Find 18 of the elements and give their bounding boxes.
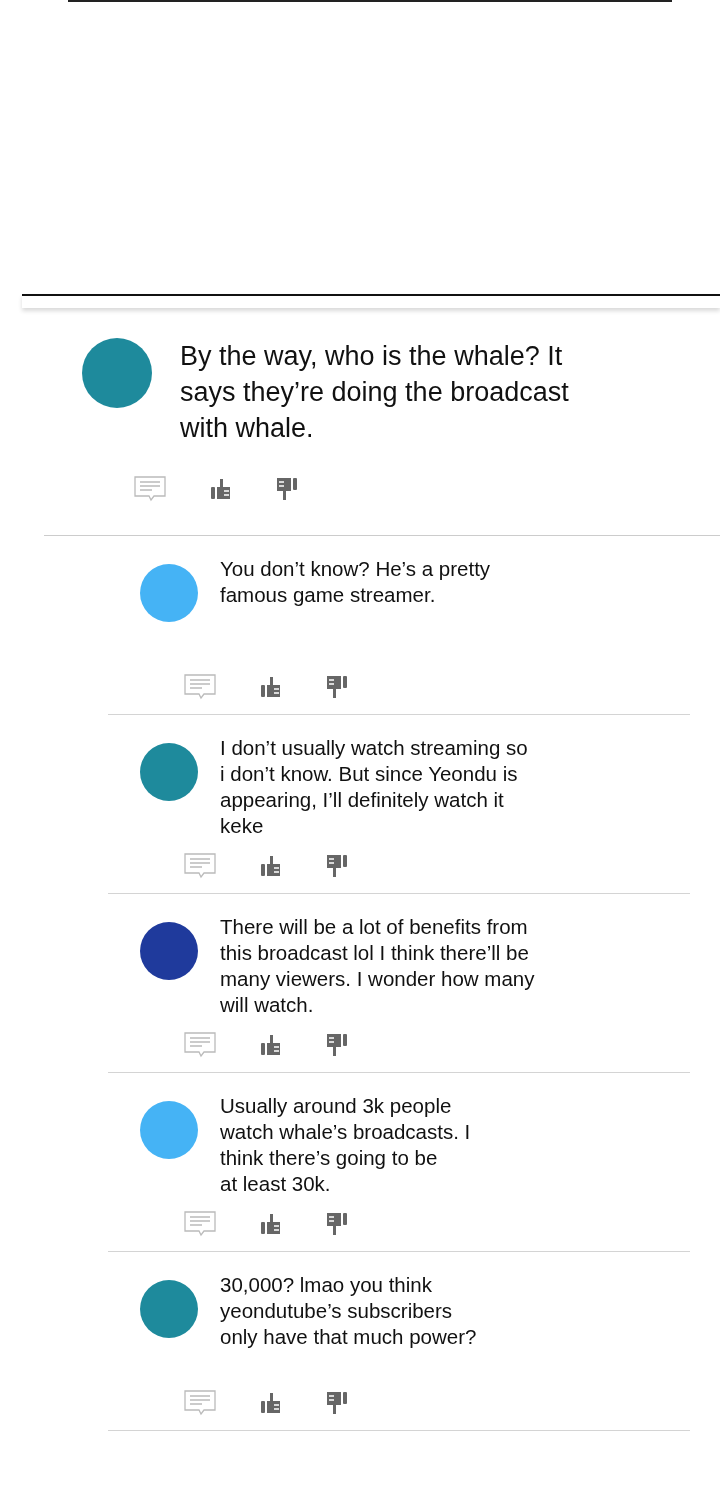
thumbs-up-icon[interactable]	[260, 676, 282, 698]
comment-text: There will be a lot of benefits from this broadcast lol I think there’ll be many viewers. I wonder how many will watch.	[220, 914, 535, 1018]
comment-text: Usually around 3k people watch whale’s broadcasts. I think there’s going to be at least 30k.	[220, 1093, 471, 1197]
thumbs-down-icon[interactable]	[326, 675, 348, 699]
thumbs-down-icon[interactable]	[326, 854, 348, 878]
comment-text: I don’t usually watch streaming so i don’t know. But since Yeondu is appearing, I’ll definitely watch it keke	[220, 735, 528, 839]
thumbs-up-icon[interactable]	[210, 478, 232, 500]
thumbs-up-icon[interactable]	[260, 855, 282, 877]
comment-text: By the way, who is the whale? It says they’re doing the broadcast with whale.	[180, 340, 569, 445]
comment-text: 30,000? lmao you think yeondutube’s subscribers only have that much power?	[220, 1272, 477, 1350]
thumbs-down-icon[interactable]	[326, 1212, 348, 1236]
thumbs-up-icon[interactable]	[260, 1034, 282, 1056]
thumbs-down-icon[interactable]	[276, 477, 298, 501]
thumbs-up-icon[interactable]	[260, 1392, 282, 1414]
thumbs-down-icon[interactable]	[326, 1033, 348, 1057]
thumbs-down-icon[interactable]	[326, 1391, 348, 1415]
thumbs-up-icon[interactable]	[260, 1213, 282, 1235]
comment-text: You don’t know? He’s a pretty famous game streamer.	[220, 556, 491, 608]
